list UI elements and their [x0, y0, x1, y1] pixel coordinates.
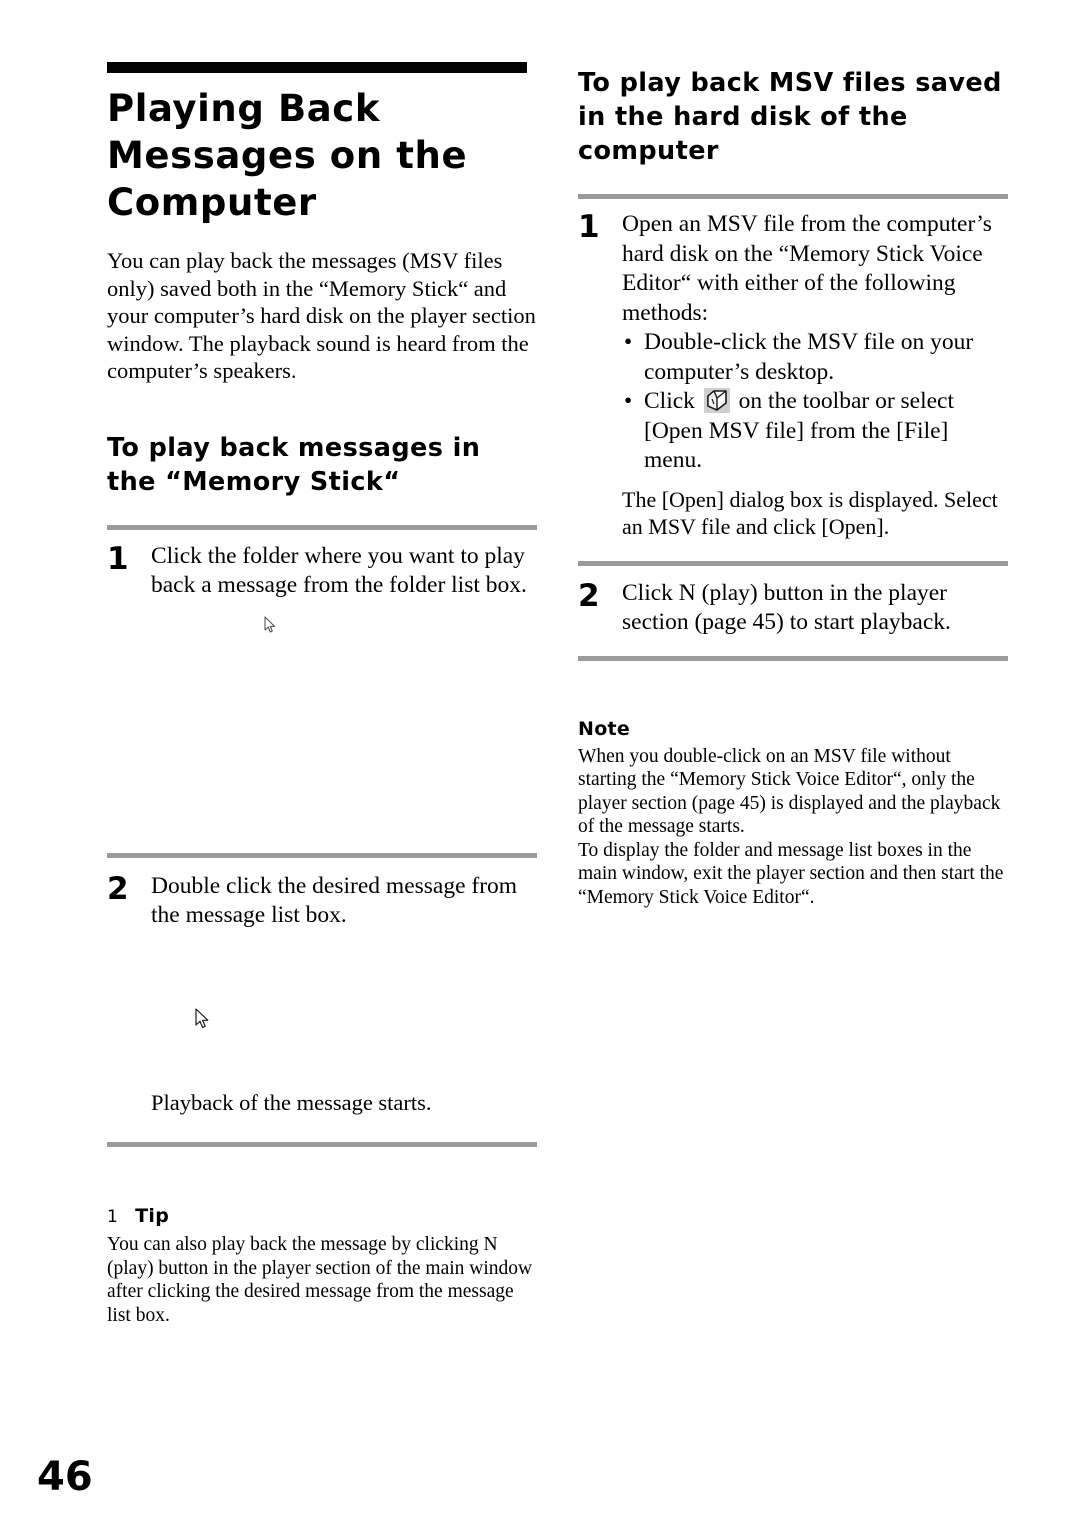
note-divider-rule [578, 655, 1008, 661]
step-2: 2 Click N (play) button in the player se… [578, 579, 1008, 638]
manual-page: Playing Back Messages on the Computer Yo… [0, 0, 1080, 1529]
intro-paragraph: You can play back the messages (MSV file… [107, 248, 536, 383]
step-1: 1 Click the folder where you want to pla… [107, 542, 537, 601]
step-divider-rule [578, 560, 1008, 566]
step-number: 1 [578, 209, 600, 245]
step-2: 2 Double click the desired message from … [107, 872, 537, 931]
step-1: 1 Open an MSV file from the computer’s h… [578, 210, 1008, 540]
step-divider-rule [107, 524, 537, 530]
note-paragraph: When you double-click on an MSV file wit… [578, 745, 1001, 838]
step-number: 2 [578, 577, 600, 614]
chapter-title-rule [107, 62, 527, 73]
tip-glyph-icon: 1 [107, 1207, 119, 1227]
right-column: To play back MSV files saved in the hard… [578, 66, 1008, 909]
list-item: • Double-click the MSV file on your compu… [622, 328, 1008, 387]
section-title-msv-files: To play back MSV files saved in the hard… [578, 68, 1002, 166]
list-item: • Click on the toolbar or select [Open MS… [622, 387, 1008, 476]
bullet-dot-icon: • [624, 329, 633, 355]
folder-list-illustration [107, 601, 537, 853]
note-paragraph: To display the folder and message list b… [578, 839, 1004, 908]
tip-callout: 1 Tip You can also play back the message … [107, 1205, 537, 1327]
left-column: Playing Back Messages on the Computer Yo… [107, 62, 537, 1327]
tip-heading: 1 Tip [107, 1205, 537, 1228]
step-number: 2 [107, 870, 129, 907]
bullet-dot-icon: • [624, 388, 633, 414]
open-msv-file-icon[interactable] [703, 388, 730, 413]
message-list-illustration [107, 931, 537, 1089]
step-divider-rule [578, 194, 1008, 199]
step-lead-text: Open an MSV file from the computer’s har… [622, 211, 992, 326]
note-callout: Note When you double-click on an MSV fil… [578, 718, 1008, 910]
step-result-note: The [Open] dialog box is displayed. Sele… [622, 486, 998, 539]
tip-label: Tip [135, 1205, 170, 1227]
tip-divider-rule [107, 1142, 537, 1147]
page-title: Playing Back Messages on the Computer [107, 87, 468, 224]
playback-result-text: Playback of the message starts. [151, 1089, 432, 1115]
step-number: 1 [107, 540, 129, 577]
step-text: Click the folder where you want to play … [151, 542, 527, 599]
step-body: Open an MSV file from the computer’s har… [622, 210, 1008, 540]
mouse-pointer-message-list-icon [195, 1008, 212, 1032]
page-number: 46 [37, 1454, 93, 1500]
section-title-memory-stick: To play back messages in the “Memory Sti… [107, 432, 481, 497]
step-text: Click N (play) button in the player sect… [622, 579, 951, 636]
mouse-pointer-folder-list-icon [264, 616, 278, 636]
bullet-text-before: Click [644, 388, 701, 414]
step-divider-rule [107, 852, 537, 858]
note-label: Note [578, 717, 631, 740]
step-text: Double click the desired message from th… [151, 872, 518, 929]
method-bullet-list: • Double-click the MSV file on your compu… [622, 328, 1008, 476]
bullet-text: Double-click the MSV file on your comput… [644, 329, 974, 385]
tip-body: You can also play back the message by cl… [107, 1234, 533, 1326]
